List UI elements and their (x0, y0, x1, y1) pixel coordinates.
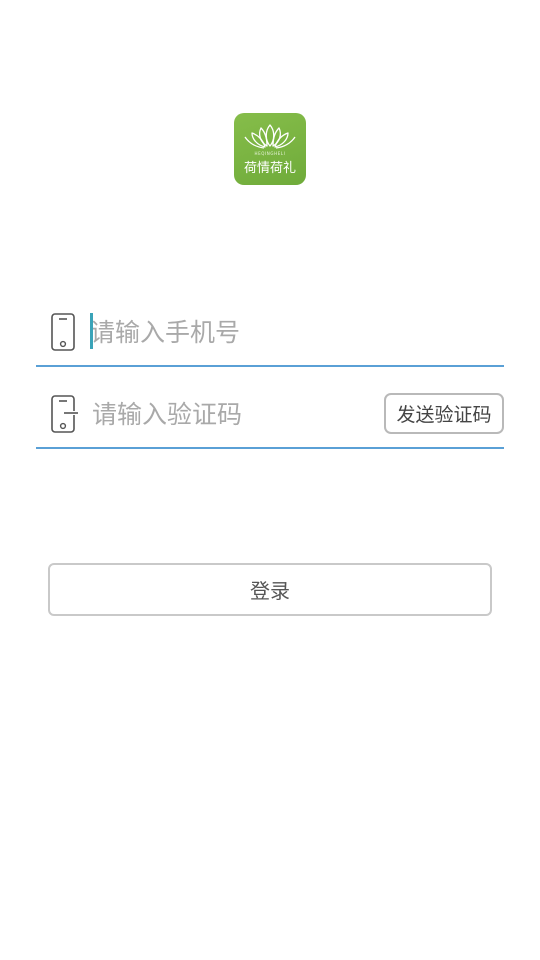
phone-field[interactable] (36, 311, 504, 367)
logo-text: 荷情荷礼 (243, 161, 296, 176)
phone-input[interactable] (90, 311, 370, 353)
phone-icon (50, 312, 76, 352)
logo-subtitle: HEQINGHELI (254, 151, 286, 156)
login-screen: HEQINGHELI 荷情荷礼 发送验证码 登录 (0, 0, 540, 960)
code-field[interactable]: 发送验证码 (36, 393, 504, 449)
app-logo: HEQINGHELI 荷情荷礼 (234, 113, 306, 185)
code-input[interactable] (92, 393, 372, 435)
login-button[interactable]: 登录 (48, 563, 492, 616)
send-code-button[interactable]: 发送验证码 (384, 393, 504, 434)
text-caret (90, 313, 93, 349)
phone-code-icon (50, 394, 78, 434)
